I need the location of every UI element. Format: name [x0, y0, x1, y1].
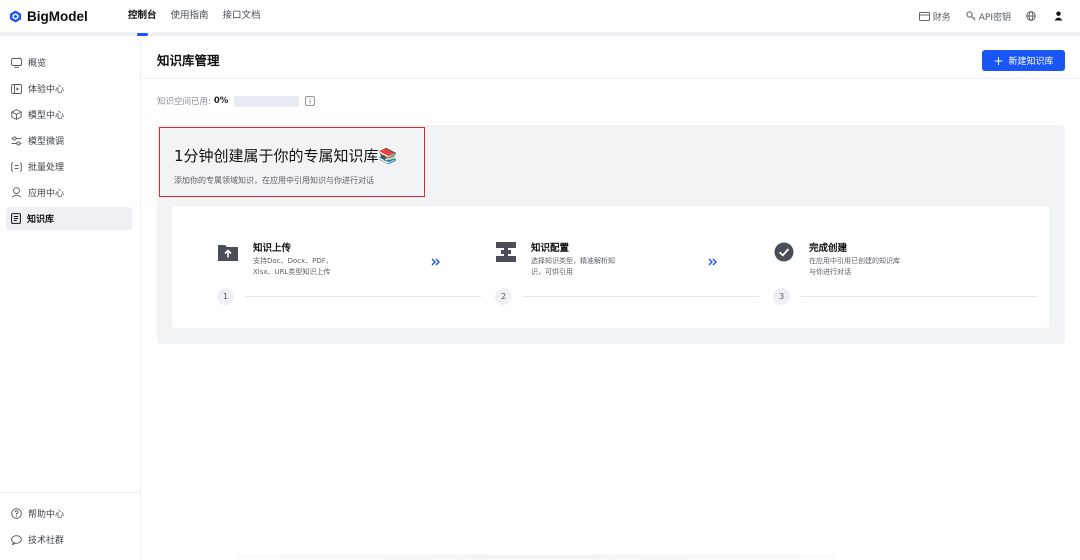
getting-started-card: 1分钟创建属于你的专属知识库📚 添加你的专属领域知识，在应用中引用知识与你进行对… — [157, 125, 1065, 344]
sidebar-bottom: 帮助中心 技术社群 — [0, 492, 140, 554]
finance-link[interactable]: 财务 — [918, 10, 951, 23]
sidebar-item-label: 帮助中心 — [28, 510, 65, 520]
sidebar-item-batch[interactable]: 批量处理 — [6, 155, 132, 178]
api-key-link[interactable]: API密钥 — [966, 10, 1011, 23]
api-key-label: API密钥 — [978, 12, 1011, 23]
page-header: 知识库管理 + 新建知识库 — [142, 40, 1080, 79]
main-content: 知识库管理 + 新建知识库 知识空间已用: 0% 1分钟创建属于你的专属知识库📚… — [142, 40, 1080, 560]
top-nav: 控制台 使用指南 接口文档 — [128, 0, 275, 36]
sidebar-item-label: 技术社群 — [28, 536, 65, 546]
steps-panel: 知识上传 支持Doc、Docx、PDF、Xlsx、URL类型知识上传 1 知识配… — [172, 206, 1049, 328]
step-progress-line — [245, 296, 481, 297]
top-right-actions: 财务 API密钥 — [904, 10, 1066, 23]
step-description: 支持Doc、Docx、PDF、Xlsx、URL类型知识上传 — [253, 257, 333, 276]
sidebar-item-label: 批量处理 — [28, 163, 65, 173]
sidebar-menu: 概览 体验中心 模型中心 模型微调 批量处理 应用中心 知识库 — [0, 40, 140, 230]
sidebar-item-label: 模型中心 — [28, 111, 65, 121]
document-icon — [11, 213, 21, 224]
user-avatar-button[interactable] — [1054, 11, 1066, 21]
step-number: 1 — [217, 288, 234, 305]
sidebar-item-models[interactable]: 模型中心 — [6, 103, 132, 126]
config-icon — [496, 242, 516, 262]
sidebar-item-apps[interactable]: 应用中心 — [6, 181, 132, 204]
step-progress-line — [801, 296, 1037, 297]
nav-console[interactable]: 控制台 — [128, 0, 157, 36]
step-number: 3 — [773, 288, 790, 305]
chevron-double-right-icon — [431, 258, 440, 266]
hero-title: 1分钟创建属于你的专属知识库📚 — [174, 147, 398, 165]
cube-icon — [11, 109, 22, 120]
step-complete: 完成创建 在应用中引用已创建的知识库与你进行对话 3 — [773, 237, 1043, 307]
check-circle-icon — [774, 242, 794, 262]
sidebar-item-playground[interactable]: 体验中心 — [6, 77, 132, 100]
globe-icon — [1026, 11, 1036, 21]
step-title: 知识配置 — [531, 243, 570, 254]
bottom-shadow — [237, 554, 837, 560]
sidebar-item-label: 体验中心 — [28, 85, 65, 95]
new-knowledge-base-label: 新建知识库 — [1008, 57, 1054, 67]
wallet-icon — [918, 11, 930, 21]
tune-icon — [11, 135, 22, 146]
storage-usage-percent: 0% — [213, 96, 229, 106]
app-name: BigModel — [27, 8, 88, 24]
info-icon[interactable] — [305, 96, 316, 106]
step-description: 选择知识类型，精准解析知识，可供引用 — [531, 257, 615, 276]
storage-usage-bar — [234, 95, 300, 107]
storage-usage-label: 知识空间已用: — [157, 97, 211, 107]
plus-icon: + — [993, 53, 1004, 68]
step-upload: 知识上传 支持Doc、Docx、PDF、Xlsx、URL类型知识上传 1 — [217, 237, 487, 307]
top-bar: BigModel 控制台 使用指南 接口文档 财务 API密钥 — [0, 0, 1080, 36]
sidebar-item-knowledge-base[interactable]: 知识库 — [6, 207, 132, 230]
step-title: 知识上传 — [253, 243, 292, 254]
sidebar-item-help[interactable]: 帮助中心 — [6, 502, 132, 525]
sidebar-item-label: 概览 — [28, 59, 47, 69]
help-icon — [11, 508, 22, 519]
play-box-icon — [11, 83, 22, 94]
bigmodel-logo-icon — [9, 9, 22, 23]
page-title: 知识库管理 — [157, 52, 220, 68]
user-icon — [1054, 11, 1063, 21]
nav-api-docs[interactable]: 接口文档 — [223, 0, 261, 34]
sidebar-item-overview[interactable]: 概览 — [6, 51, 132, 74]
monitor-icon — [11, 57, 22, 68]
sidebar-item-label: 模型微调 — [28, 137, 65, 147]
step-progress-line — [523, 296, 759, 297]
hero-subtitle: 添加你的专属领域知识，在应用中引用知识与你进行对话 — [174, 176, 374, 185]
storage-usage: 知识空间已用: 0% — [157, 95, 1080, 107]
hero-highlight: 1分钟创建属于你的专属知识库📚 添加你的专属领域知识，在应用中引用知识与你进行对… — [159, 127, 425, 197]
nav-guide[interactable]: 使用指南 — [171, 0, 209, 34]
logo[interactable]: BigModel — [9, 9, 119, 24]
sidebar-item-label: 应用中心 — [28, 189, 65, 199]
step-description: 在应用中引用已创建的知识库与你进行对话 — [809, 257, 900, 276]
chat-icon — [11, 534, 22, 545]
key-icon — [966, 11, 976, 21]
language-button[interactable] — [1026, 11, 1039, 21]
step-title: 完成创建 — [809, 243, 848, 254]
sidebar-item-community[interactable]: 技术社群 — [6, 528, 132, 551]
step-number: 2 — [495, 288, 512, 305]
upload-folder-icon — [218, 245, 238, 261]
sidebar: 概览 体验中心 模型中心 模型微调 批量处理 应用中心 知识库 帮助中心 技术社… — [0, 40, 141, 558]
sidebar-item-label: 知识库 — [27, 215, 55, 225]
finance-label: 财务 — [932, 12, 951, 23]
chevron-double-right-icon — [708, 258, 717, 266]
step-config: 知识配置 选择知识类型，精准解析知识，可供引用 2 — [495, 237, 765, 307]
list-bracket-icon — [11, 161, 22, 172]
app-icon — [11, 187, 22, 198]
new-knowledge-base-button[interactable]: + 新建知识库 — [982, 50, 1065, 71]
sidebar-item-finetune[interactable]: 模型微调 — [6, 129, 132, 152]
